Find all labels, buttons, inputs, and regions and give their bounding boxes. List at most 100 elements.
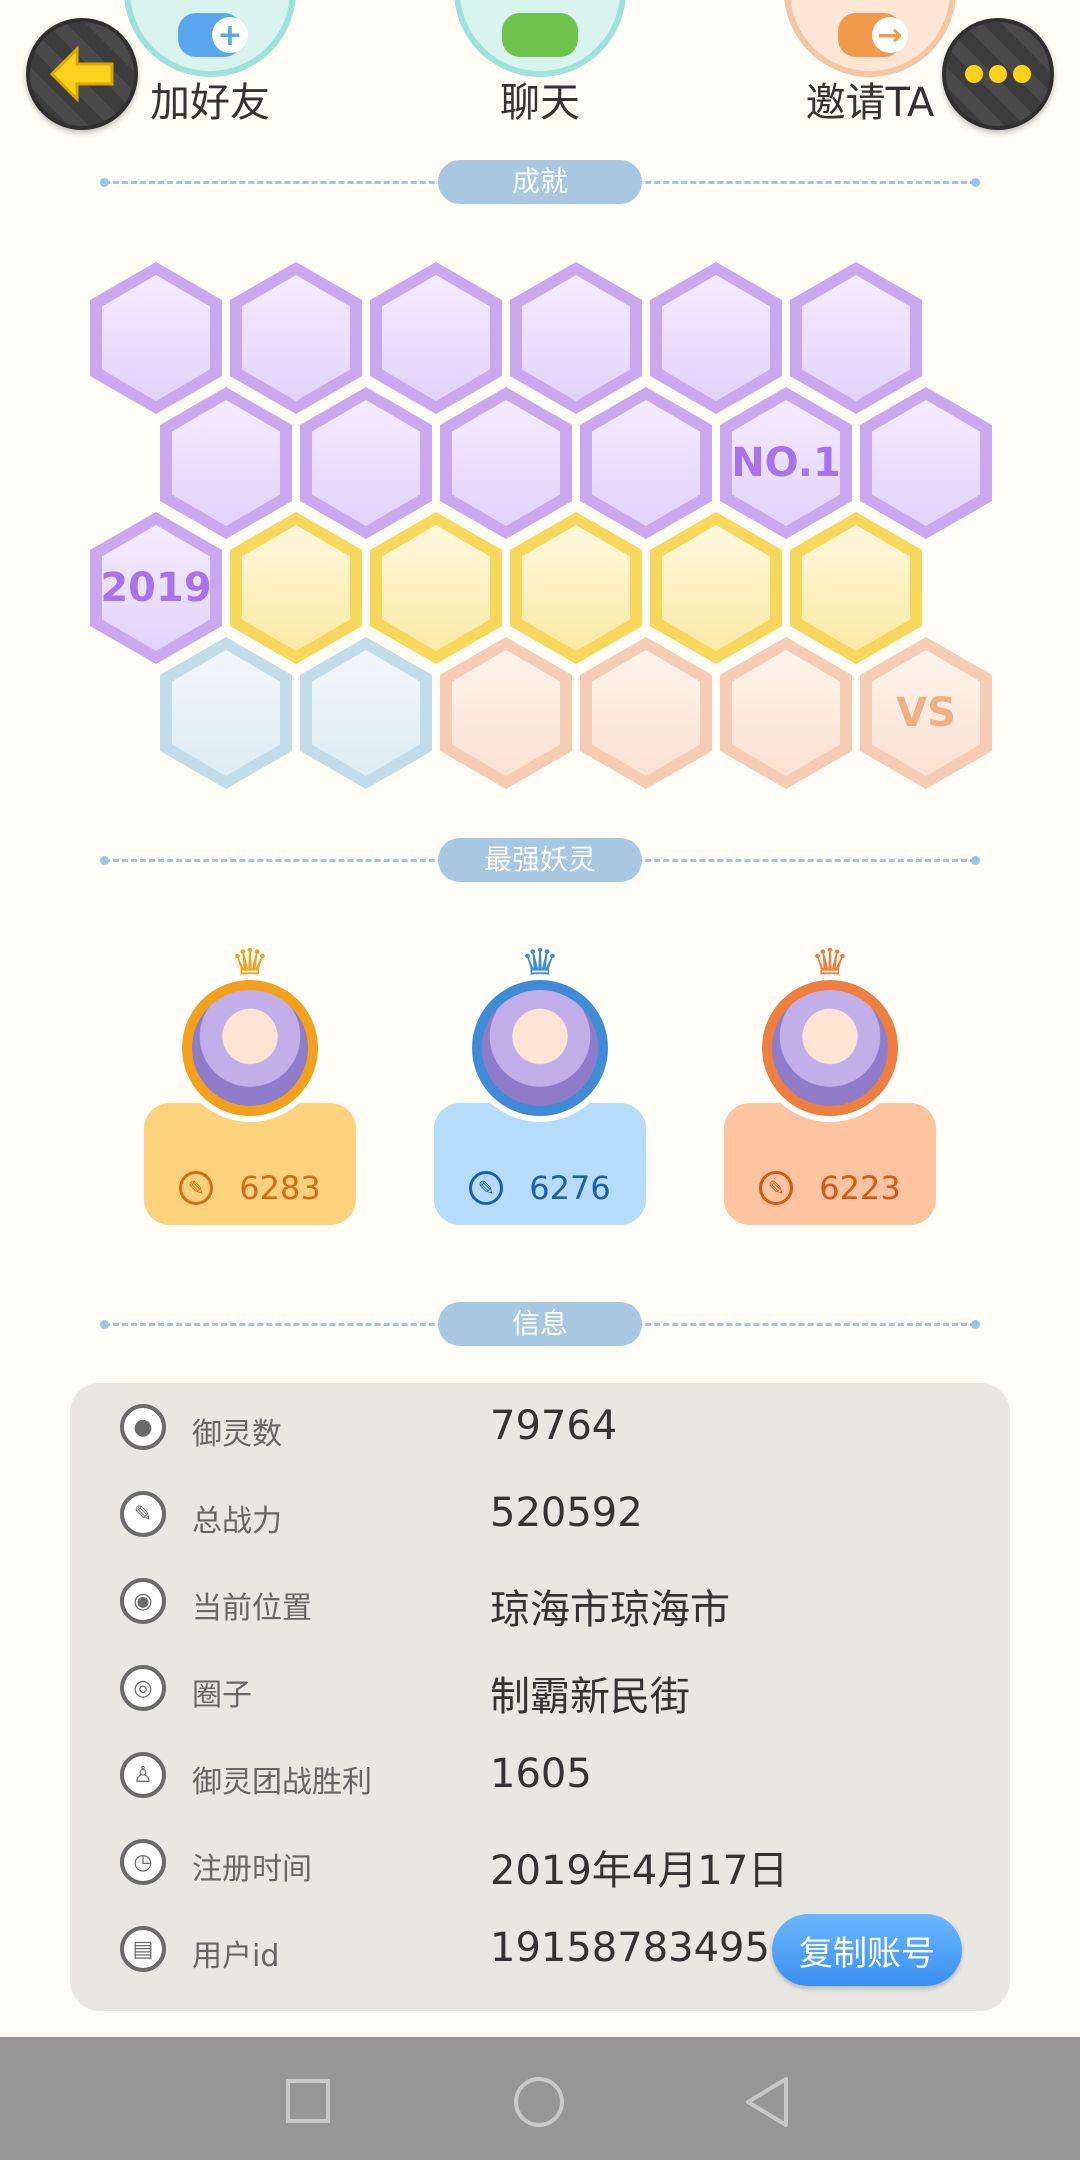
info-row-location: ◉ 当前位置 琼海市琼海市 (70, 1561, 1010, 1641)
taiji-box-badge[interactable] (510, 512, 642, 664)
spirit-count-icon: ● (120, 1404, 166, 1450)
achievement-badge-art (382, 275, 490, 401)
info-value: 520592 (490, 1490, 643, 1536)
devil-badge[interactable] (370, 262, 502, 414)
monster-badge[interactable] (440, 387, 572, 539)
info-row-team-wins: ♙ 御灵团战胜利 1605 (70, 1735, 1010, 1815)
sneaker-badge[interactable] (90, 262, 222, 414)
back-button[interactable] (26, 18, 138, 130)
spirit-score: 6276 (529, 1169, 611, 1207)
achievement-badge-art (872, 400, 980, 526)
strongest-section-header: 最强妖灵 (100, 838, 980, 882)
chat-action[interactable]: 聊天 (430, 0, 650, 130)
spirit-score: 6283 (239, 1169, 321, 1207)
info-row-register-date: ◷ 注册时间 2019年4月17日 (70, 1822, 1010, 1902)
back-triangle-icon[interactable] (742, 2075, 792, 2129)
fairy-badge[interactable] (300, 387, 432, 539)
spirit-card-1[interactable]: ♛ ✎ 6283 (144, 940, 356, 1225)
belt-badge[interactable] (440, 637, 572, 789)
info-row-user-id: ▤ 用户id 19158783495 复制账号 (70, 1909, 1010, 1989)
achievement-badge-art (802, 275, 910, 401)
crossed-swords-badge[interactable] (580, 637, 712, 789)
achievement-badge-art: VS (872, 650, 980, 776)
info-row-spirit-count: ● 御灵数 79764 (70, 1387, 1010, 1467)
cat-badge[interactable] (160, 387, 292, 539)
info-title: 信息 (438, 1302, 642, 1346)
fist-badge[interactable] (860, 387, 992, 539)
power-medal-icon: ✎ (179, 1171, 214, 1205)
info-value: 1605 (490, 1751, 592, 1797)
achievement-badge-art (802, 525, 910, 651)
achievement-badge-art: NO.1 (732, 400, 840, 526)
info-value: 79764 (490, 1403, 618, 1449)
achievement-badge-art (732, 650, 840, 776)
more-button[interactable] (942, 18, 1054, 130)
flame-spirit-badge[interactable] (370, 512, 502, 664)
strongest-title: 最强妖灵 (438, 838, 642, 882)
year-2019-badge[interactable]: 2019 (90, 512, 222, 664)
gem-badge[interactable] (650, 262, 782, 414)
achievement-badge-art (172, 400, 280, 526)
spirit-score: 6223 (819, 1169, 901, 1207)
info-section-header: 信息 (100, 1302, 980, 1346)
achievement-badge-art (662, 275, 770, 401)
achievement-badge-art (522, 275, 630, 401)
add-friend-bubble: + (124, 0, 296, 77)
achievement-badge-art (452, 400, 560, 526)
invite-bubble: → (784, 0, 956, 77)
lollipop-badge[interactable] (230, 262, 362, 414)
crystal-ball-badge[interactable] (510, 262, 642, 414)
shield-badge[interactable] (650, 512, 782, 664)
info-value: 19158783495 (490, 1925, 770, 1971)
achievement-badge-art (102, 275, 210, 401)
spirit-card-3[interactable]: ♛ ✎ 6223 (724, 940, 936, 1225)
spirit-avatar (472, 980, 608, 1116)
invite-icon: → (838, 13, 908, 57)
info-label: 用户id (192, 1939, 280, 1974)
chat-icon (502, 13, 578, 57)
achievement-badge-art: 2019 (102, 525, 210, 651)
yinyang-comet-badge[interactable] (790, 262, 922, 414)
system-nav-bar (0, 2037, 1080, 2160)
info-label: 当前位置 (192, 1591, 312, 1626)
stroller-badge[interactable] (160, 637, 292, 789)
spirit-score-card: ✎ 6276 (434, 1103, 646, 1225)
info-label: 注册时间 (192, 1852, 312, 1887)
info-label: 御灵数 (192, 1417, 282, 1452)
info-row-circle: ◎ 圈子 制霸新民街 (70, 1648, 1010, 1728)
spirit-card-2[interactable]: ♛ ✎ 6276 (434, 940, 646, 1225)
no1-badge[interactable]: NO.1 (720, 387, 852, 539)
copy-account-button[interactable]: 复制账号 (772, 1914, 962, 1986)
recent-apps-icon[interactable] (284, 2077, 332, 2125)
achievement-badge-art (312, 400, 420, 526)
spirit-avatar (762, 980, 898, 1116)
chat-bubble (454, 0, 626, 77)
spirit-score-card: ✎ 6223 (724, 1103, 936, 1225)
achievement-badge-art (522, 525, 630, 651)
book-badge[interactable] (790, 512, 922, 664)
cat-note-badge[interactable] (300, 637, 432, 789)
info-panel: ● 御灵数 79764 ✎ 总战力 520592 ◉ 当前位置 琼海市琼海市 ◎… (70, 1383, 1010, 2011)
vs-badge[interactable]: VS (860, 637, 992, 789)
home-icon[interactable] (512, 2075, 566, 2129)
power-medal-icon: ✎ (759, 1171, 794, 1205)
circle-target-icon: ◎ (120, 1665, 166, 1711)
trophy-figure-icon: ♙ (120, 1752, 166, 1798)
achievement-badge-art (592, 400, 700, 526)
info-row-total-power: ✎ 总战力 520592 (70, 1474, 1010, 1554)
add-friend-icon: + (178, 13, 248, 57)
eclipse-badge[interactable] (230, 512, 362, 664)
location-pin-icon: ◉ (120, 1578, 166, 1624)
chat-label: 聊天 (500, 80, 580, 126)
achievement-badge-art (242, 525, 350, 651)
info-value: 制霸新民街 (490, 1674, 690, 1720)
achievements-title: 成就 (438, 160, 642, 204)
achievement-badge-art (592, 650, 700, 776)
info-label: 圈子 (192, 1678, 252, 1713)
spirit-avatar (182, 980, 318, 1116)
unicorn-badge[interactable] (580, 387, 712, 539)
hearts-badge[interactable] (720, 637, 852, 789)
achievement-badge-art (172, 650, 280, 776)
power-medal-icon: ✎ (469, 1171, 504, 1205)
achievement-badge-art (452, 650, 560, 776)
